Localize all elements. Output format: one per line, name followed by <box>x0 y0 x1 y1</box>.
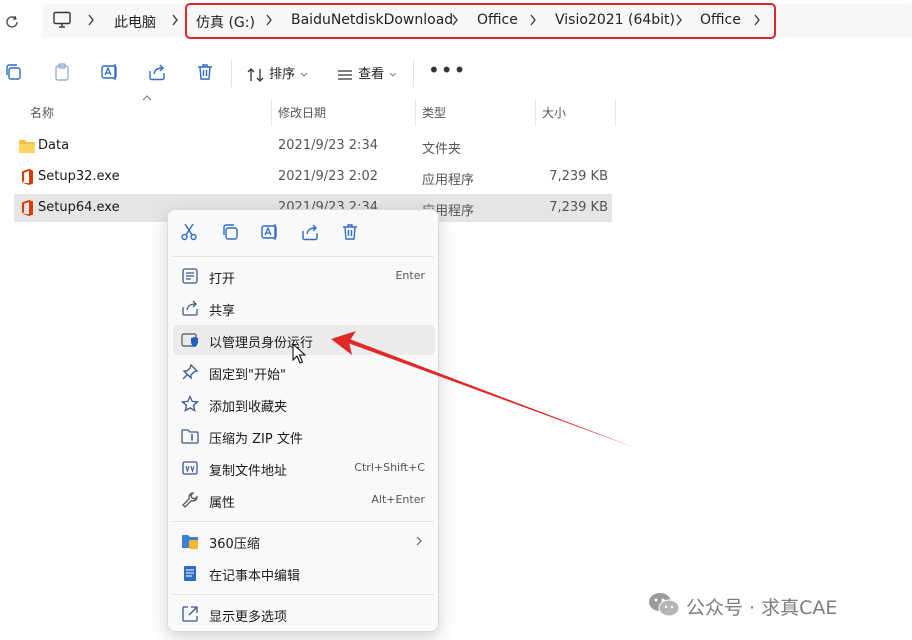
menu-item-add-to-favorites[interactable]: 添加到收藏夹 <box>173 389 435 419</box>
column-divider[interactable] <box>615 100 616 126</box>
chevron-down-icon <box>300 72 308 77</box>
breadcrumb-this-pc[interactable]: 此电脑 <box>114 12 156 32</box>
toolbar-separator <box>413 59 414 87</box>
share-icon[interactable] <box>300 222 320 242</box>
menu-separator <box>172 594 434 595</box>
sort-icon <box>247 67 264 82</box>
menu-item-label: 显示更多选项 <box>209 610 288 625</box>
menu-item-360-compress[interactable]: 360压缩 <box>173 526 435 556</box>
command-bar: 排序 查看 ••• <box>0 48 912 96</box>
menu-item-shortcut: Alt+Enter <box>371 493 425 506</box>
menu-item-label: 共享 <box>209 304 236 319</box>
cut-icon[interactable] <box>179 222 199 242</box>
menu-item-label: 在记事本中编辑 <box>209 569 301 584</box>
menu-item-label: 属性 <box>209 496 236 511</box>
office-icon <box>22 169 33 185</box>
file-type: 文件夹 <box>422 142 462 157</box>
view-icon <box>338 69 352 80</box>
office-icon <box>22 200 33 216</box>
file-name: Data <box>38 138 70 153</box>
mouse-cursor-icon <box>292 343 306 364</box>
menu-item-properties[interactable]: 属性 Alt+Enter <box>173 485 435 515</box>
sort-button[interactable]: 排序 <box>247 63 309 83</box>
view-button[interactable]: 查看 <box>336 63 398 83</box>
chevron-right-icon <box>88 14 94 26</box>
column-header-date[interactable]: 修改日期 <box>278 104 326 121</box>
column-header-size[interactable]: 大小 <box>542 104 566 121</box>
rename-icon[interactable] <box>100 62 120 82</box>
file-size: 7,239 KB <box>549 169 608 184</box>
menu-item-show-more-options[interactable]: 显示更多选项 <box>173 599 435 629</box>
menu-item-share[interactable]: 共享 <box>173 293 435 323</box>
path-highlight-annotation <box>185 3 776 39</box>
sort-label: 排序 <box>269 67 296 82</box>
column-header-name[interactable]: 名称 <box>30 104 54 121</box>
menu-separator <box>172 256 434 257</box>
wechat-icon <box>649 593 680 617</box>
zip-icon <box>181 429 199 444</box>
menu-item-label: 添加到收藏夹 <box>209 400 288 415</box>
wrench-icon <box>182 492 198 508</box>
menu-item-compress-zip[interactable]: 压缩为 ZIP 文件 <box>173 421 435 451</box>
watermark-text: 公众号 · 求真CAE <box>686 597 838 619</box>
star-icon <box>181 395 199 412</box>
rename-icon[interactable] <box>260 222 280 242</box>
menu-item-open[interactable]: 打开 Enter <box>173 261 435 291</box>
column-header-type[interactable]: 类型 <box>422 104 446 121</box>
file-type: 应用程序 <box>422 173 475 188</box>
menu-item-copy-path[interactable]: 复制文件地址 Ctrl+Shift+C <box>173 453 435 483</box>
share-icon[interactable] <box>147 62 167 82</box>
folder-icon <box>19 140 35 153</box>
menu-item-label: 打开 <box>209 272 236 287</box>
sort-ascending-icon <box>142 95 152 101</box>
share-icon <box>182 300 198 316</box>
file-date: 2021/9/23 2:34 <box>278 138 378 153</box>
more-options-icon <box>182 606 198 622</box>
file-name: Setup64.exe <box>38 200 120 215</box>
context-menu: 打开 Enter 共享 以管理员身份运行 固定到"开始" 添加到收藏夹 压缩为 … <box>167 209 439 632</box>
menu-item-label: 360压缩 <box>209 537 260 552</box>
menu-item-label: 压缩为 ZIP 文件 <box>209 432 303 447</box>
file-size: 7,239 KB <box>549 200 608 215</box>
file-row-data[interactable]: Data 2021/9/23 2:34 文件夹 <box>14 132 612 160</box>
chevron-down-icon <box>389 72 397 77</box>
paste-icon[interactable] <box>52 62 72 82</box>
chevron-right-icon <box>416 536 422 546</box>
file-row-setup32[interactable]: Setup32.exe 2021/9/23 2:02 应用程序 7,239 KB <box>14 163 612 191</box>
copy-path-icon <box>182 461 198 475</box>
archive-360-icon <box>182 535 198 549</box>
open-icon <box>182 268 198 284</box>
menu-item-label: 固定到"开始" <box>209 368 286 383</box>
copy-icon[interactable] <box>3 62 23 82</box>
column-divider[interactable] <box>415 100 416 126</box>
file-date: 2021/9/23 2:02 <box>278 169 378 184</box>
more-button[interactable]: ••• <box>428 60 466 80</box>
file-name: Setup32.exe <box>38 169 120 184</box>
copy-icon[interactable] <box>220 222 240 242</box>
menu-separator <box>172 521 434 522</box>
menu-item-edit-in-notepad[interactable]: 在记事本中编辑 <box>173 558 435 588</box>
refresh-icon[interactable] <box>2 12 22 32</box>
annotation-arrow <box>331 331 636 448</box>
menu-item-shortcut: Enter <box>395 269 425 282</box>
menu-item-shortcut: Ctrl+Shift+C <box>354 461 425 474</box>
computer-icon <box>53 11 71 28</box>
delete-icon[interactable] <box>340 222 360 242</box>
address-bar-row: 此电脑 仿真 (G:) BaiduNetdiskDownload Office … <box>0 0 912 44</box>
menu-item-label: 复制文件地址 <box>209 464 288 479</box>
delete-icon[interactable] <box>195 62 215 82</box>
notepad-icon <box>184 566 196 581</box>
column-divider[interactable] <box>535 100 536 126</box>
view-label: 查看 <box>358 67 385 82</box>
shield-icon <box>181 333 198 347</box>
column-divider[interactable] <box>271 100 272 126</box>
toolbar-separator <box>231 59 232 87</box>
chevron-right-icon <box>172 14 178 26</box>
pin-icon <box>182 363 199 380</box>
